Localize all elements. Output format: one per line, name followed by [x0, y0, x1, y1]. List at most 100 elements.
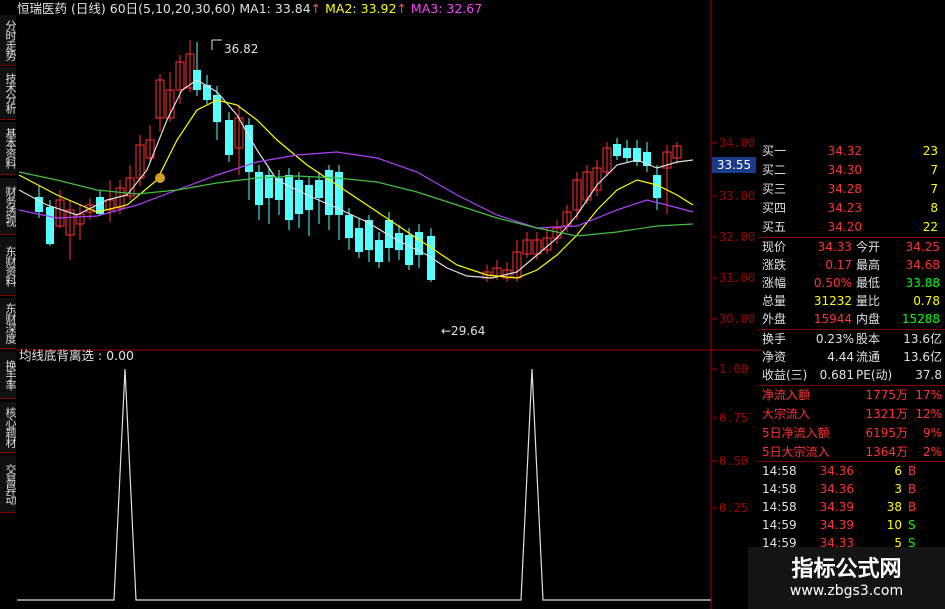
tick-volume: 6	[894, 464, 902, 478]
tick-time: 14:59	[762, 518, 797, 532]
tick-side: S	[908, 518, 916, 532]
candle-down	[345, 215, 353, 238]
quote-value: 0.50%	[813, 276, 852, 290]
tick-volume: 10	[886, 518, 902, 532]
bid-row: 买二 34.30 7	[758, 161, 945, 179]
quote-value-2: 15288	[901, 312, 940, 326]
sidebar-tab-5[interactable]: 东财深度	[0, 298, 17, 349]
quote-label: 总量	[762, 294, 787, 308]
flow-row: 大宗流入 1321万 12%	[758, 405, 945, 423]
fund-value: 4.44	[827, 350, 854, 364]
candle-down	[375, 240, 383, 262]
tick-row: 14:58 34.36 3 B	[758, 480, 945, 498]
sidebar-tab-1[interactable]: 技术分析	[0, 67, 17, 120]
quote-value-2: 34.25	[905, 240, 940, 254]
bid-row: 买四 34.23 8	[758, 199, 945, 217]
chart-area[interactable]: 34.00 33.00 32.00 31.00 30.00 1.00 0.75 0.50 0.2…	[17, 0, 762, 609]
fund-value: 0.23%	[815, 332, 854, 346]
tick-price: 34.36	[819, 464, 854, 478]
quote-row: 外盘 15944 内盘 15288	[758, 310, 945, 328]
price-axis-label: 34.00	[719, 136, 755, 150]
candle-down	[255, 172, 263, 205]
tick-row: 14:58 34.36 6 B	[758, 462, 945, 480]
tick-price: 34.39	[819, 500, 854, 514]
quote-row: 总量 31232 量比 0.78	[758, 292, 945, 310]
candle-down	[225, 120, 233, 155]
candle-down	[355, 228, 363, 252]
flow-percent: 17%	[915, 388, 942, 402]
candle-down	[213, 95, 221, 122]
candle-down	[265, 175, 273, 198]
quote-row: 涨幅 0.50% 最低 33.88	[758, 274, 945, 292]
watermark-url: www.zbgs3.com	[789, 583, 904, 599]
bid-volume: 22	[922, 220, 938, 234]
indicator-axis-label: 0.25	[719, 501, 748, 515]
bid-label: 买一	[762, 144, 787, 158]
quote-panel: 买一 34.32 23 买二 34.30 7 买三 34.28 7 买四 34.23 8 买五 34.20…	[758, 138, 945, 609]
fund-row: 收益(三) 0.681 PE(动) 37.8	[758, 366, 945, 384]
bid-price: 34.30	[827, 163, 862, 177]
indicator-axis-label: 1.00	[719, 362, 748, 376]
tick-time: 14:58	[762, 500, 797, 514]
flow-value: 1364万	[865, 445, 908, 459]
quote-value-2: 34.68	[905, 258, 940, 272]
candle-down	[613, 144, 621, 156]
flow-row: 净流入额 1775万 17%	[758, 386, 945, 404]
fund-row: 换手 0.23% 股本 13.6亿	[758, 330, 945, 348]
price-axis-label: 33.00	[719, 189, 755, 203]
flow-label: 净流入额	[762, 388, 811, 402]
fund-row: 净资 4.44 流通 13.6亿	[758, 348, 945, 366]
tick-row: 14:59 34.39 10 S	[758, 516, 945, 534]
watermark-title: 指标公式网	[791, 557, 902, 582]
candle-down	[46, 207, 54, 244]
bid-price: 34.28	[827, 182, 862, 196]
fund-value: 0.681	[819, 368, 854, 382]
tick-time: 14:58	[762, 464, 797, 478]
indicator-axis-label: 0.75	[719, 411, 748, 425]
quote-value: 34.33	[817, 240, 852, 254]
quote-value: 31232	[813, 294, 852, 308]
bid-volume: 7	[930, 182, 938, 196]
quote-value: 15944	[813, 312, 852, 326]
bid-row: 买一 34.32 23	[758, 142, 945, 160]
tick-volume: 38	[886, 500, 902, 514]
flow-percent: 12%	[915, 407, 942, 421]
candle-down	[325, 170, 333, 215]
quote-label: 外盘	[762, 312, 787, 326]
candle-down	[285, 175, 293, 220]
tick-price: 34.39	[819, 518, 854, 532]
sidebar-tab-6[interactable]: 换手率	[0, 352, 17, 399]
watermark-logo: 指标公式网 www.zbgs3.com	[748, 547, 945, 609]
coin-marker-icon	[155, 173, 165, 183]
flow-percent: 2%	[922, 445, 942, 459]
bid-label: 买二	[762, 163, 787, 177]
quote-value-2: 33.88	[905, 276, 940, 290]
sidebar-tab-8[interactable]: 交易异动	[0, 456, 17, 513]
flow-row: 5日大宗流入 1364万 2%	[758, 443, 945, 461]
sidebar-tab-7[interactable]: 核心题材	[0, 402, 17, 453]
indicator-axis-label: 0.50	[719, 454, 748, 468]
tick-row: 14:58 34.39 38 B	[758, 498, 945, 516]
fund-value-2: 37.8	[915, 368, 942, 382]
bid-price: 34.32	[827, 144, 862, 158]
tick-side: B	[908, 464, 917, 478]
quote-label: 涨跌	[762, 258, 787, 272]
bid-row: 买五 34.20 22	[758, 218, 945, 236]
flow-label: 大宗流入	[762, 407, 811, 421]
candle-down	[295, 180, 303, 214]
chart-canvas[interactable]: 34.00 33.00 32.00 31.00 30.00 1.00 0.75 0.50 0.2…	[17, 0, 762, 609]
flow-label: 5日大宗流入	[762, 445, 830, 459]
sidebar-tabs: 分时走势 技术分析基本资料财务透视东财资料东财深度换手率核心题材交易异动	[0, 0, 17, 609]
sidebar-tab-2[interactable]: 基本资料	[0, 122, 17, 175]
flow-value: 1321万	[865, 407, 908, 421]
current-price-tag: 33.55	[712, 157, 756, 173]
bid-price: 34.23	[827, 201, 862, 215]
sidebar-tab-3[interactable]: 财务透视	[0, 178, 17, 235]
indicator-spikes	[17, 368, 711, 601]
sidebar-tab-0[interactable]: 分时走势	[0, 15, 17, 66]
bid-label: 买四	[762, 201, 787, 215]
quote-value-2: 0.78	[913, 294, 940, 308]
quote-label: 现价	[762, 240, 787, 254]
flow-value: 6195万	[865, 426, 908, 440]
sidebar-tab-4[interactable]: 东财资料	[0, 237, 17, 296]
